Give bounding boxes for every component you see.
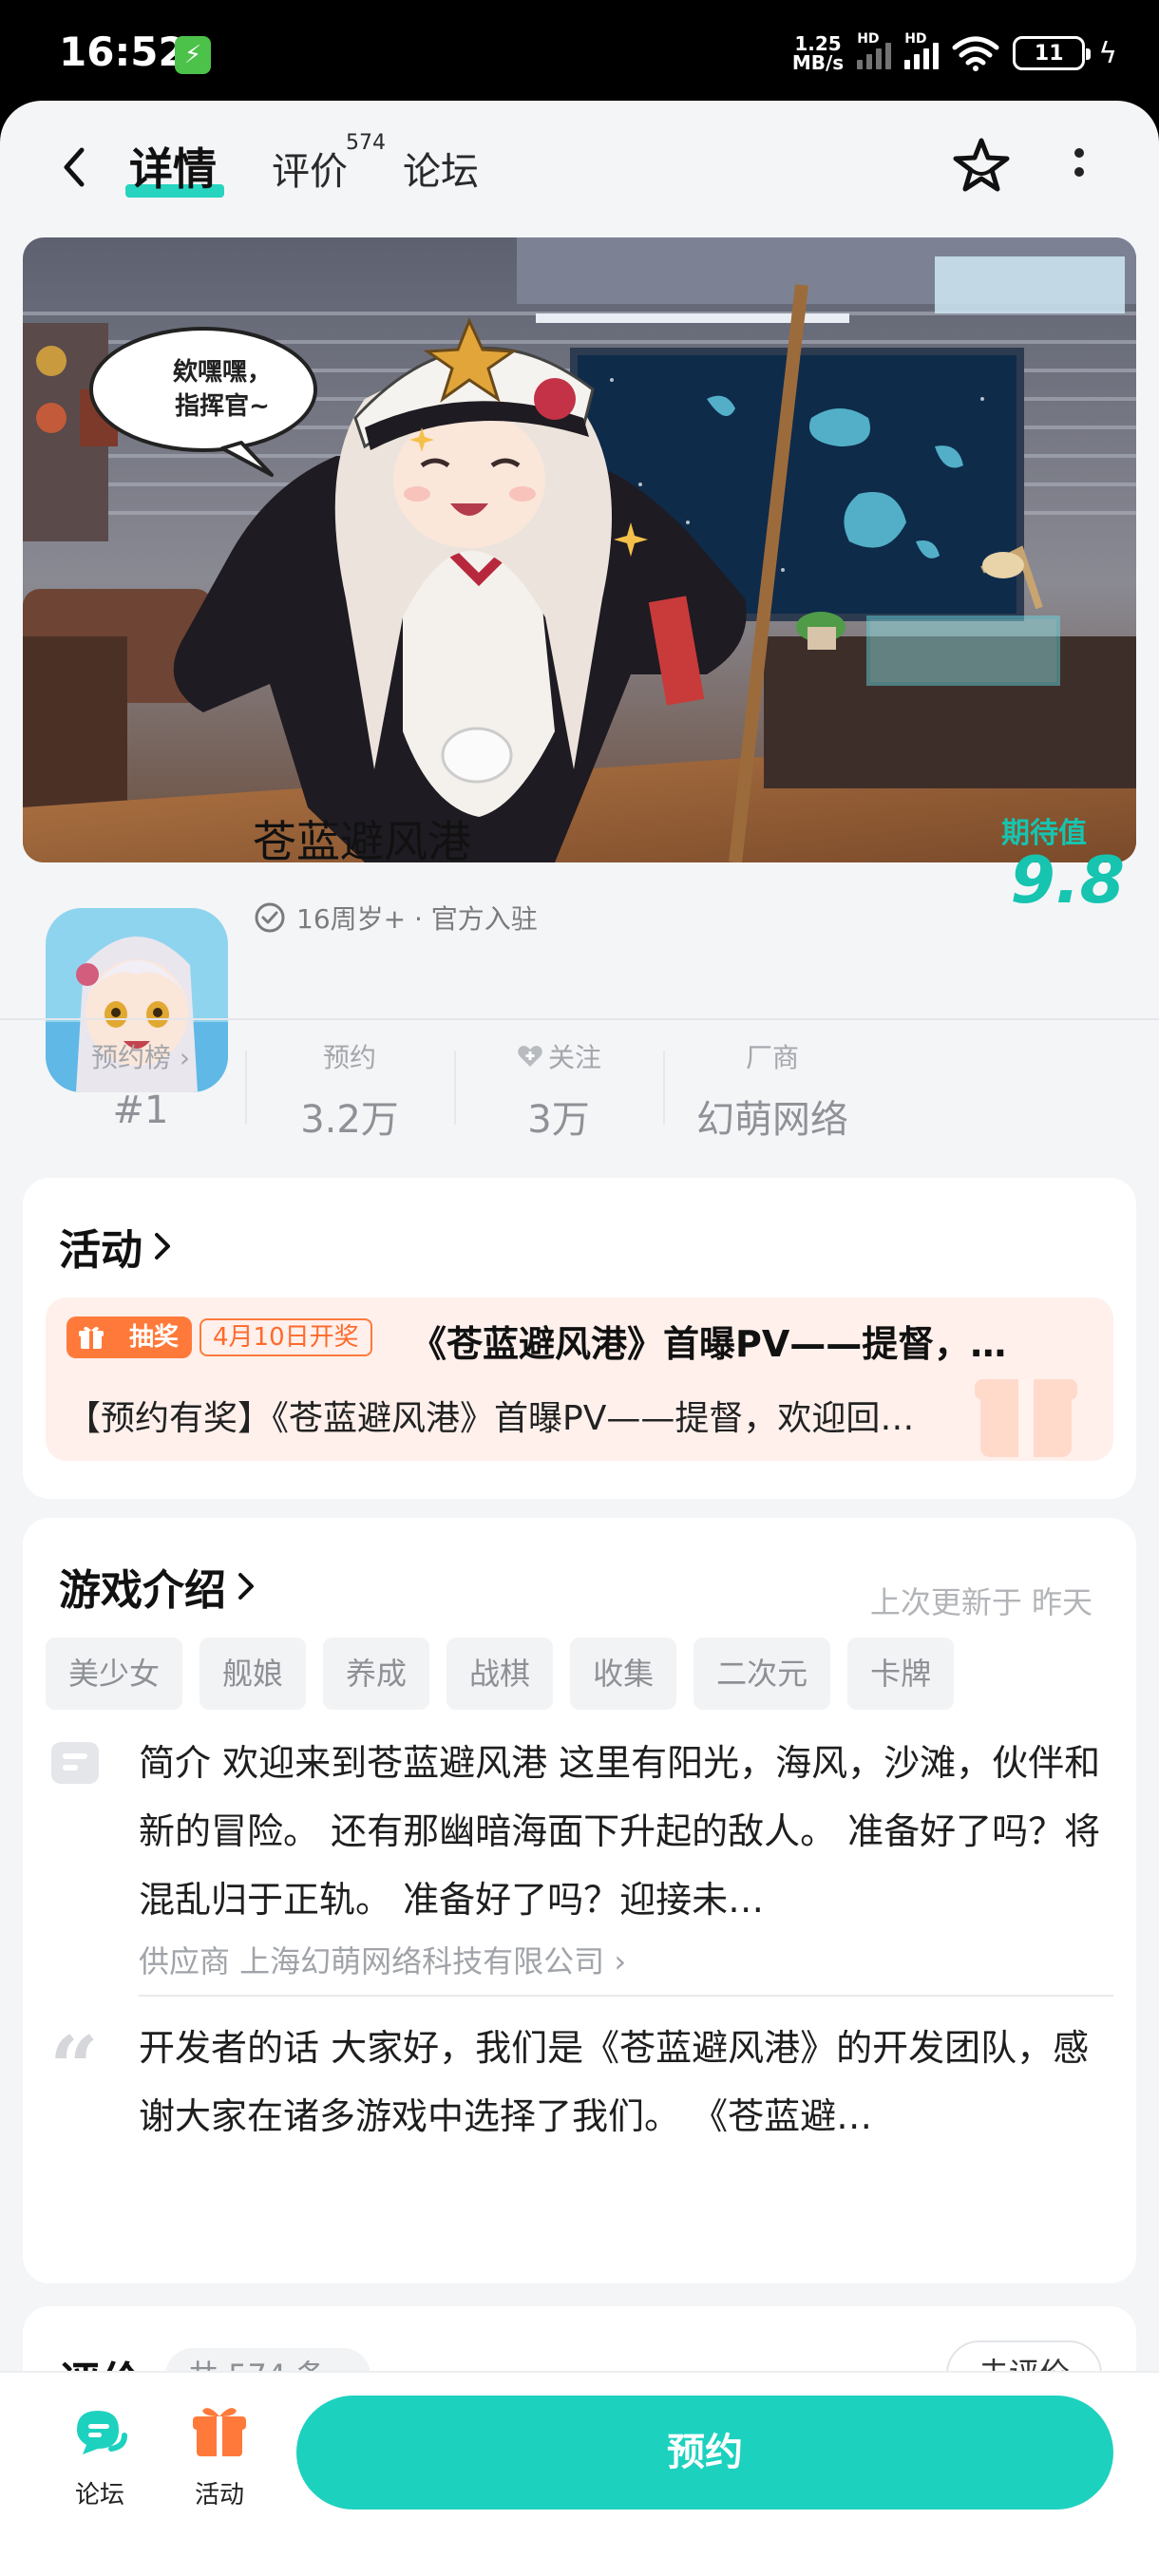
- stat-rank[interactable]: 预约榜 › #1: [36, 1037, 245, 1132]
- verified-check-icon: [255, 902, 285, 933]
- speech-line-2: 指挥官~: [175, 391, 270, 421]
- more-options-icon[interactable]: [1068, 148, 1091, 196]
- tag-list: 美少女 舰娘 养成 战棋 收集 二次元 卡牌: [46, 1638, 955, 1710]
- wifi-icon: [952, 36, 999, 71]
- developer-note[interactable]: 开发者的话 大家好，我们是《苍蓝避风港》的开发团队，感谢大家在诸多游戏中选择了我…: [139, 2014, 1117, 2150]
- quote-icon: “: [49, 2017, 99, 2118]
- stats-row: 预约榜 › #1 预约 3.2万 关注 3万 厂商 幻萌网络: [0, 1037, 1159, 1142]
- intro-divider: [139, 1995, 1113, 1997]
- stat-follow[interactable]: 关注 3万: [454, 1037, 663, 1144]
- tag-item[interactable]: 二次元: [694, 1638, 831, 1710]
- tab-reviews-count: 574: [346, 131, 386, 155]
- stat-developer[interactable]: 厂商 幻萌网络: [663, 1037, 882, 1144]
- tab-detail[interactable]: 详情: [129, 135, 217, 198]
- chevron-right-icon: [238, 1573, 254, 1600]
- back-arrow-icon[interactable]: [49, 141, 103, 194]
- tag-item[interactable]: 舰娘: [200, 1638, 307, 1710]
- activity-subtitle: 【预约有奖】《苍蓝避风港》首曝PV——提督，欢迎回…: [66, 1399, 915, 1438]
- activity-headline: 《苍蓝避风港》首曝PV——提督，…: [410, 1323, 1007, 1365]
- game-banner-image[interactable]: 欸嘿嘿， 指挥官~: [23, 237, 1136, 862]
- signal-icon: HD: [857, 31, 892, 69]
- gift-icon: [193, 2408, 246, 2456]
- battery-icon: 11: [1013, 36, 1092, 70]
- tag-item[interactable]: 战棋: [446, 1638, 554, 1710]
- activity-title[interactable]: 活动: [59, 1216, 173, 1277]
- app-name: 苍蓝避风港: [253, 816, 471, 867]
- tab-reviews[interactable]: 评价: [272, 141, 348, 196]
- charging-bolt-icon: ϟ: [1098, 36, 1117, 70]
- description-icon: [51, 1742, 99, 1784]
- tag-item[interactable]: 卡牌: [847, 1638, 955, 1710]
- network-speed: 1.25 MB/s: [791, 32, 845, 74]
- gift-icon: [66, 1316, 116, 1358]
- intro-updated-time: 上次更新于 昨天: [869, 1584, 1092, 1620]
- intro-title[interactable]: 游戏介绍: [59, 1556, 256, 1617]
- tag-item[interactable]: 美少女: [46, 1638, 183, 1710]
- stat-reservations: 预约 3.2万: [300, 1042, 399, 1142]
- speech-line-1: 欸嘿嘿，: [173, 358, 272, 387]
- activity-card: 活动 抽奖 4月10日开奖 《苍蓝避风港》首曝PV——提督，… 【预约有奖】《苍…: [23, 1178, 1136, 1499]
- bottom-bar: 论坛 活动 预约: [0, 2371, 1159, 2576]
- banner-illustration: 欸嘿嘿， 指挥官~: [23, 237, 1136, 862]
- charging-icon: ⚡: [175, 36, 211, 74]
- activity-button[interactable]: 活动: [167, 2401, 272, 2510]
- star-favorite-icon[interactable]: [950, 135, 1013, 198]
- heart-plus-icon: [518, 1046, 542, 1067]
- tab-forum[interactable]: 论坛: [403, 141, 479, 196]
- status-icons: 1.25 MB/s HD HD 11 ϟ: [792, 27, 1117, 80]
- lottery-badge: 抽奖 4月10日开奖: [66, 1316, 372, 1358]
- chevron-right-icon: [155, 1233, 170, 1260]
- top-nav: 详情 评价 574 论坛: [0, 101, 1159, 243]
- header-divider: [0, 1018, 1159, 1020]
- tag-item[interactable]: 养成: [323, 1638, 430, 1710]
- forum-button[interactable]: 论坛: [48, 2401, 152, 2510]
- expect-value: 9.8: [1010, 843, 1125, 919]
- forum-chat-icon: [77, 2411, 127, 2454]
- lottery-date: 4月10日开奖: [200, 1318, 372, 1356]
- intro-description[interactable]: 简介 欢迎来到苍蓝避风港 这里有阳光，海风，沙滩，伙伴和新的冒险。 还有那幽暗海…: [139, 1729, 1117, 1934]
- game-intro-card: 游戏介绍 上次更新于 昨天 美少女 舰娘 养成 战棋 收集 二次元 卡牌 简介 …: [23, 1518, 1136, 2283]
- reserve-button[interactable]: 预约: [296, 2396, 1113, 2510]
- supplier-link[interactable]: 供应商 上海幻萌网络科技有限公司 ›: [139, 1938, 626, 1981]
- status-time: 16:52: [59, 28, 186, 75]
- detail-page: 详情 评价 574 论坛 欸嘿嘿， 指挥官~ 苍蓝避风港 16周岁+ · 官方入…: [0, 101, 1159, 2576]
- status-bar: 16:52 ⚡ 1.25 MB/s HD HD 11 ϟ: [0, 0, 1159, 106]
- app-meta: 16周岁+ · 官方入驻: [253, 899, 538, 937]
- signal-icon: HD: [904, 31, 940, 69]
- activity-item[interactable]: 抽奖 4月10日开奖 《苍蓝避风港》首曝PV——提督，… 【预约有奖】《苍蓝避风…: [46, 1297, 1113, 1461]
- tag-item[interactable]: 收集: [570, 1638, 677, 1710]
